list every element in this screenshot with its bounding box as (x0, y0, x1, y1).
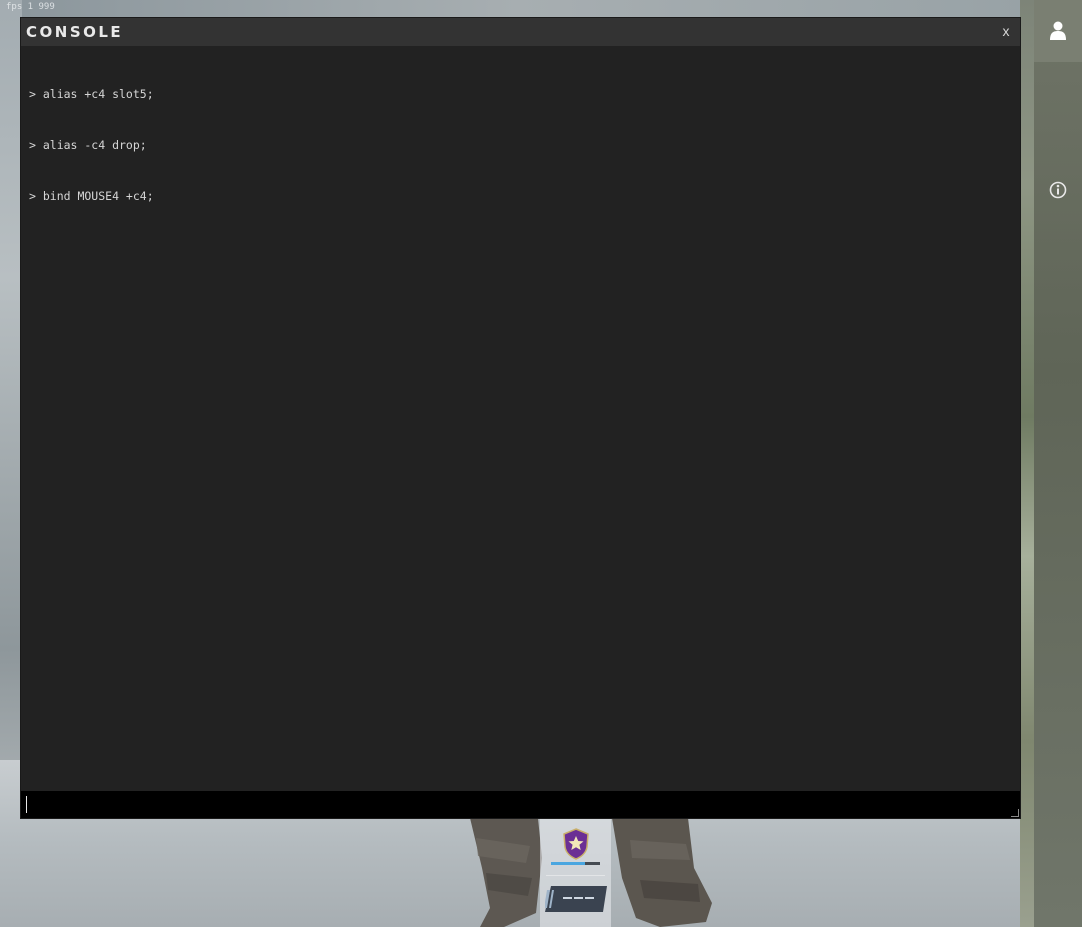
info-icon (1049, 181, 1067, 199)
console-input-area (21, 791, 1020, 818)
console-line: > bind MOUSE4 +c4; (29, 189, 154, 203)
person-icon (1050, 21, 1066, 40)
close-button[interactable]: x (998, 22, 1014, 40)
rank-divider (546, 875, 605, 876)
console-input[interactable] (21, 791, 1020, 818)
rank-panel[interactable] (540, 818, 611, 927)
fps-counter: fps 1 999 (6, 2, 55, 12)
console-titlebar[interactable]: CONSOLE x (21, 18, 1020, 46)
right-sidebar (1034, 0, 1082, 927)
rank-progress-fill (551, 862, 586, 865)
console-line: > alias -c4 drop; (29, 138, 147, 152)
console-window: CONSOLE x > alias +c4 slot5; > alias -c4… (21, 18, 1020, 818)
info-button[interactable] (1046, 178, 1070, 202)
rank-shield-star-icon (563, 828, 589, 860)
background-right-strip (1020, 0, 1034, 927)
console-title: CONSOLE (26, 23, 124, 41)
background-top-strip (0, 0, 1034, 18)
console-line: > alias +c4 slot5; (29, 87, 154, 101)
resize-grip-icon[interactable] (1011, 809, 1019, 817)
rating-plate-icon (545, 886, 607, 912)
text-caret (26, 796, 27, 813)
profile-button[interactable] (1034, 0, 1082, 62)
rank-progress-bar (551, 862, 600, 865)
console-output: > alias +c4 slot5; > alias -c4 drop; > b… (29, 52, 1009, 782)
